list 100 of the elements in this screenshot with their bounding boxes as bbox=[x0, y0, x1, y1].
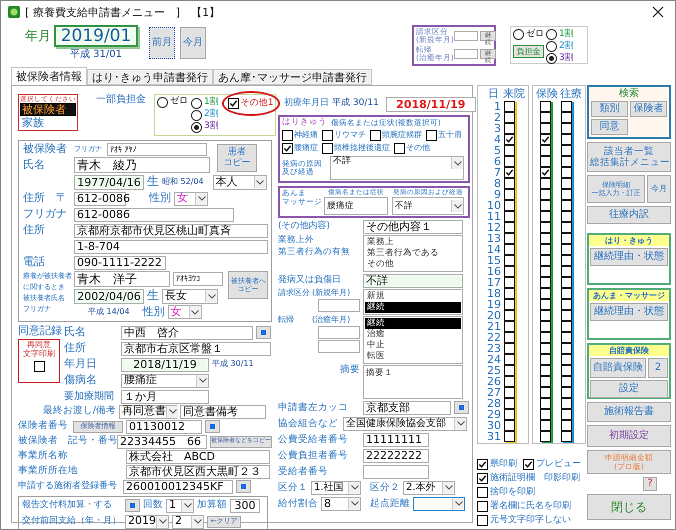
checkbox[interactable] bbox=[561, 420, 572, 431]
checkbox[interactable] bbox=[561, 266, 572, 277]
month-dropdown[interactable]: 2 bbox=[172, 514, 204, 528]
address-field[interactable]: 京都市右京区常盤１ bbox=[121, 342, 271, 356]
checkbox[interactable] bbox=[540, 123, 551, 134]
furigana-field[interactable]: 612-0086 bbox=[74, 208, 234, 222]
date-field[interactable]: 2002/04/06 bbox=[74, 288, 144, 304]
checkbox[interactable] bbox=[477, 487, 488, 498]
checkbox[interactable] bbox=[322, 130, 333, 141]
checkbox[interactable] bbox=[504, 112, 515, 123]
date-field[interactable] bbox=[454, 31, 478, 42]
search-button[interactable]: 同意 bbox=[591, 119, 628, 135]
checkbox[interactable] bbox=[504, 343, 515, 354]
recipient-field[interactable]: 11111111 bbox=[363, 432, 429, 447]
checkbox[interactable] bbox=[504, 101, 515, 112]
checkbox[interactable] bbox=[561, 277, 572, 288]
checkbox[interactable] bbox=[540, 321, 551, 332]
help-button[interactable]: ? bbox=[643, 477, 657, 491]
checkbox[interactable] bbox=[540, 277, 551, 288]
checkbox[interactable] bbox=[504, 134, 515, 145]
checkbox[interactable] bbox=[561, 376, 572, 387]
radio-button[interactable] bbox=[191, 122, 202, 132]
checkbox[interactable] bbox=[561, 332, 572, 343]
checkbox[interactable] bbox=[34, 360, 44, 372]
checkbox[interactable] bbox=[540, 167, 551, 178]
checkbox[interactable] bbox=[504, 431, 515, 442]
checkbox[interactable] bbox=[561, 156, 572, 167]
checkbox[interactable] bbox=[561, 409, 572, 420]
group-button[interactable]: 自賠責保険 bbox=[590, 358, 646, 378]
tab[interactable]: 被保険者情報 bbox=[11, 67, 87, 85]
checkbox[interactable] bbox=[504, 387, 515, 398]
checkbox[interactable] bbox=[540, 310, 551, 321]
furigana-field[interactable]: ｱｵｷﾖｳｺ bbox=[173, 272, 223, 286]
checkbox[interactable] bbox=[540, 354, 551, 365]
checkbox[interactable] bbox=[561, 200, 572, 211]
dot-button[interactable] bbox=[236, 480, 251, 493]
checkbox[interactable] bbox=[504, 365, 515, 376]
checkbox[interactable] bbox=[228, 98, 239, 109]
checkbox[interactable] bbox=[504, 420, 515, 431]
checkbox[interactable] bbox=[561, 112, 572, 123]
checkbox[interactable] bbox=[561, 431, 572, 442]
checkbox[interactable] bbox=[282, 142, 293, 154]
checkbox[interactable] bbox=[561, 310, 572, 321]
checkbox[interactable] bbox=[322, 142, 333, 154]
month-field[interactable]: 2019/01 bbox=[54, 25, 138, 47]
checkbox[interactable] bbox=[561, 123, 572, 134]
month-button[interactable]: 前月 bbox=[149, 27, 175, 59]
checkbox[interactable] bbox=[561, 299, 572, 310]
date-field[interactable]: 2018/11/19 bbox=[386, 96, 476, 112]
distance-dropdown[interactable] bbox=[413, 496, 465, 511]
furigana-field[interactable]: ｱｵｷ ｱﾔﾉ bbox=[107, 143, 207, 156]
copy-button[interactable]: 患者 コピー bbox=[217, 144, 257, 172]
checkbox[interactable] bbox=[504, 156, 515, 167]
checkbox[interactable] bbox=[504, 310, 515, 321]
checkbox[interactable] bbox=[540, 101, 551, 112]
category-dropdown[interactable]: 1.社国 bbox=[311, 480, 361, 495]
checkbox[interactable] bbox=[540, 255, 551, 266]
checkbox[interactable] bbox=[540, 288, 551, 299]
disease-dropdown[interactable]: 腰痛症 bbox=[121, 374, 209, 388]
checkbox[interactable] bbox=[540, 409, 551, 420]
checkbox[interactable] bbox=[561, 321, 572, 332]
travel-button[interactable]: 往療内訳 bbox=[587, 206, 671, 224]
checkbox[interactable] bbox=[540, 376, 551, 387]
checkbox[interactable] bbox=[540, 178, 551, 189]
checkbox[interactable] bbox=[504, 398, 515, 409]
checkbox[interactable] bbox=[561, 178, 572, 189]
radio-button[interactable] bbox=[546, 29, 557, 40]
checkbox[interactable] bbox=[504, 266, 515, 277]
onset-field[interactable]: 不詳 bbox=[363, 274, 463, 288]
checkbox[interactable] bbox=[540, 189, 551, 200]
amount-field[interactable]: 300 bbox=[230, 498, 260, 512]
checkbox[interactable] bbox=[477, 459, 488, 470]
checkbox[interactable] bbox=[540, 233, 551, 244]
cause-dropdown[interactable]: 不詳 bbox=[392, 197, 464, 216]
group-button[interactable]: 継続理由・状態 bbox=[590, 303, 668, 321]
category-dropdown[interactable]: 2.本外 bbox=[403, 480, 455, 495]
report-button[interactable]: 施術報告書 bbox=[587, 402, 671, 422]
dot-button[interactable] bbox=[125, 499, 140, 512]
checkbox[interactable] bbox=[561, 189, 572, 200]
checkbox[interactable] bbox=[504, 277, 515, 288]
checkbox[interactable] bbox=[504, 244, 515, 255]
checkbox[interactable] bbox=[561, 354, 572, 365]
checkbox[interactable] bbox=[540, 299, 551, 310]
insurer-number-field[interactable]: 01130012 bbox=[126, 420, 202, 434]
practitioner-field[interactable]: 260010012345KF bbox=[123, 480, 233, 494]
other-field[interactable]: その他内容１ bbox=[363, 220, 463, 234]
dot-button[interactable] bbox=[454, 401, 469, 414]
payer-field[interactable]: 22222222 bbox=[363, 448, 429, 463]
checkbox[interactable] bbox=[477, 501, 488, 512]
checkbox[interactable] bbox=[561, 288, 572, 299]
date-field[interactable]: 1977/04/16 bbox=[74, 174, 144, 190]
phone-field[interactable]: 090-1111-2222 bbox=[74, 256, 166, 270]
tab[interactable]: はり･きゅう申請書発行 bbox=[87, 69, 213, 85]
radio-button[interactable] bbox=[513, 29, 524, 40]
checkbox[interactable] bbox=[504, 409, 515, 420]
insured-number-field[interactable]: 22334455 66 bbox=[117, 434, 207, 448]
checkbox[interactable] bbox=[540, 211, 551, 222]
month-button[interactable]: 今月 bbox=[647, 175, 671, 203]
form-header-field[interactable]: 京都支部 bbox=[363, 400, 451, 415]
search-button[interactable]: 保険者 bbox=[630, 101, 667, 117]
